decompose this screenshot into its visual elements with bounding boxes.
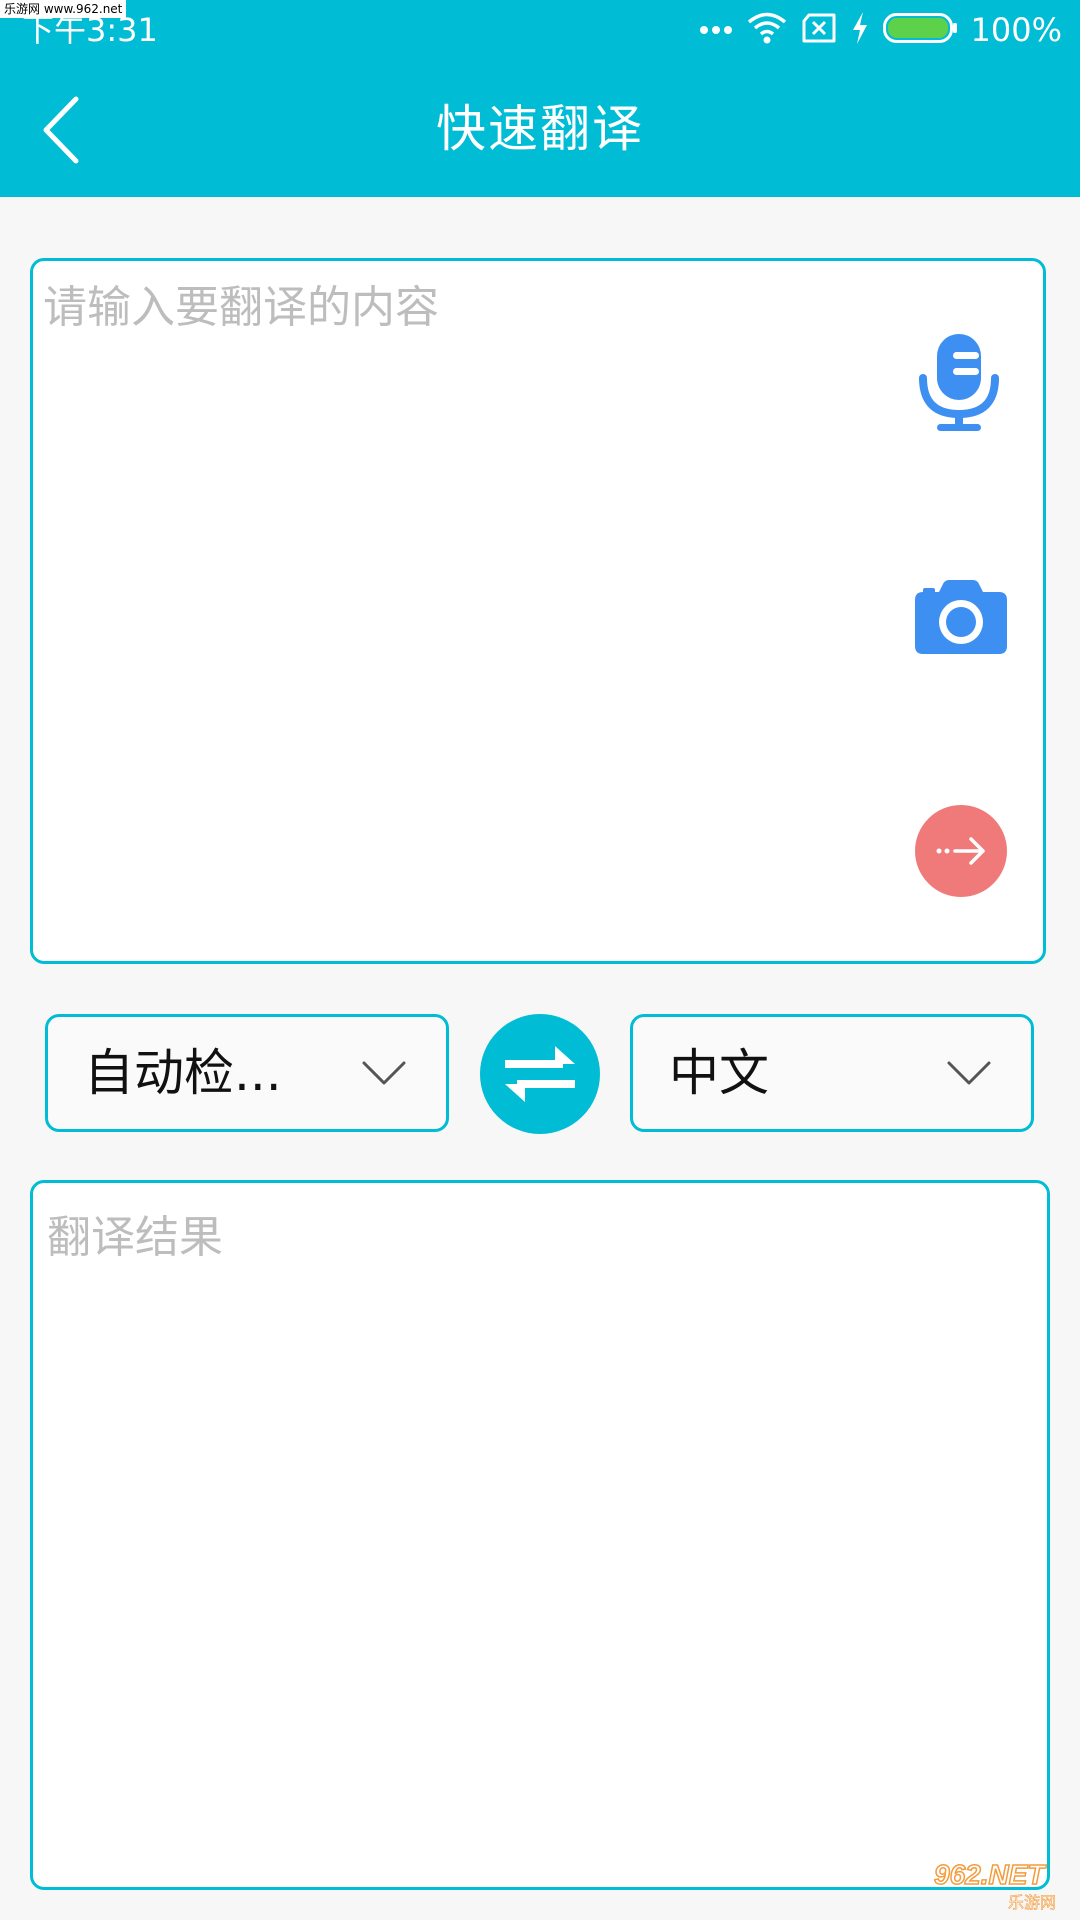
chevron-down-icon [362,1061,406,1085]
swap-language-button[interactable] [480,1014,600,1134]
header: 下午3:31 100% 快速翻译 [0,0,1080,197]
watermark-logo: 962.NET 乐游网 [932,1854,1072,1914]
chevron-left-icon [43,96,79,164]
charging-icon [851,12,869,48]
battery-percentage: 100% [970,11,1062,49]
watermark-main: 962.NET [934,1859,1047,1890]
chevron-down-icon [947,1061,991,1085]
arrow-right-icon [936,837,985,865]
voice-input-button[interactable] [913,327,1005,437]
page-title: 快速翻译 [436,100,644,158]
translate-go-button[interactable] [915,805,1007,897]
source-language-select[interactable]: 自动检... [45,1014,449,1132]
target-language-label: 中文 [669,1044,769,1102]
back-button[interactable] [30,92,90,168]
target-language-select[interactable]: 中文 [630,1014,1034,1132]
source-language-label: 自动检... [84,1044,282,1102]
microphone-icon [919,334,999,431]
swap-arrows-icon [505,1046,575,1102]
watermark-sub: 乐游网 [1008,1893,1056,1912]
status-bar: 下午3:31 100% [0,0,1080,62]
no-sim-icon [801,13,837,47]
watermark-top: 乐游网 www.962.net [0,0,127,18]
wifi-icon [747,11,787,49]
result-card: 翻译结果 [30,1180,1050,1890]
translate-input[interactable] [43,271,903,951]
result-placeholder: 翻译结果 [47,1212,223,1263]
translate-screen: 下午3:31 100% 快速翻译 请输入要翻译的内容 自动检... 中文 翻译结… [0,0,1080,1920]
battery-icon [882,13,957,47]
more-dots-icon [699,21,733,40]
camera-button[interactable] [913,577,1009,657]
status-icons: 100% [699,10,1062,50]
input-card [30,258,1046,964]
app-bar: 快速翻译 [0,62,1080,197]
camera-icon [915,580,1007,654]
